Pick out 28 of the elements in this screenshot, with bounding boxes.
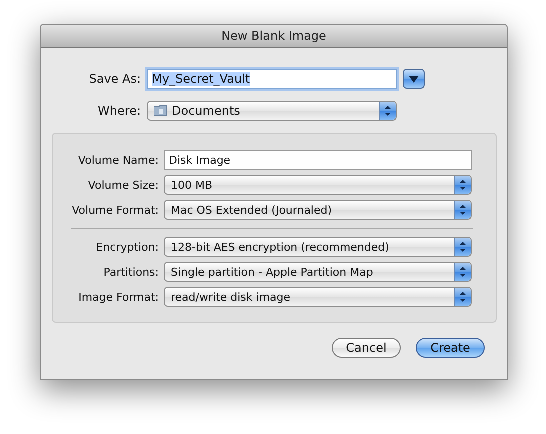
option-label: Volume Size:: [87, 178, 159, 192]
field-label: Where:: [97, 104, 141, 118]
option-label: Volume Name:: [77, 154, 159, 166]
popup-menu[interactable]: read/write disk image: [164, 287, 472, 307]
popup-menu[interactable]: 128-bit AES encryption (recommended): [164, 237, 472, 257]
text-field[interactable]: Disk Image: [164, 150, 472, 170]
popup-menu[interactable]: 100 MB: [164, 175, 472, 195]
save-as-field[interactable]: My_Secret_Vault: [147, 69, 397, 89]
option-label: Image Format:: [78, 290, 159, 304]
popup-menu[interactable]: Mac OS Extended (Journaled): [164, 200, 472, 220]
option-label: Encryption:: [95, 240, 159, 254]
popup-menu[interactable]: Single partition - Apple Partition Map: [164, 262, 472, 282]
popup-arrows-icon: [454, 201, 471, 219]
popup-arrows-icon: [454, 263, 471, 281]
window-title: New Blank Image: [222, 29, 326, 43]
option-label: Partitions:: [102, 266, 159, 278]
dialog-button[interactable]: Cancel: [332, 338, 401, 358]
option-label: Volume Format:: [71, 204, 159, 216]
popup-arrows-icon: [454, 288, 471, 306]
expand-button[interactable]: [403, 69, 425, 89]
field-label: Save As:: [88, 72, 141, 86]
popup-arrows-icon: [454, 176, 471, 194]
triangle-down-icon: [409, 76, 419, 82]
folder-icon: [154, 105, 168, 117]
dialog-button[interactable]: Create: [416, 338, 485, 358]
popup-arrows-icon: [379, 102, 396, 120]
location-popup[interactable]: Documents: [147, 101, 397, 121]
popup-arrows-icon: [454, 238, 471, 256]
